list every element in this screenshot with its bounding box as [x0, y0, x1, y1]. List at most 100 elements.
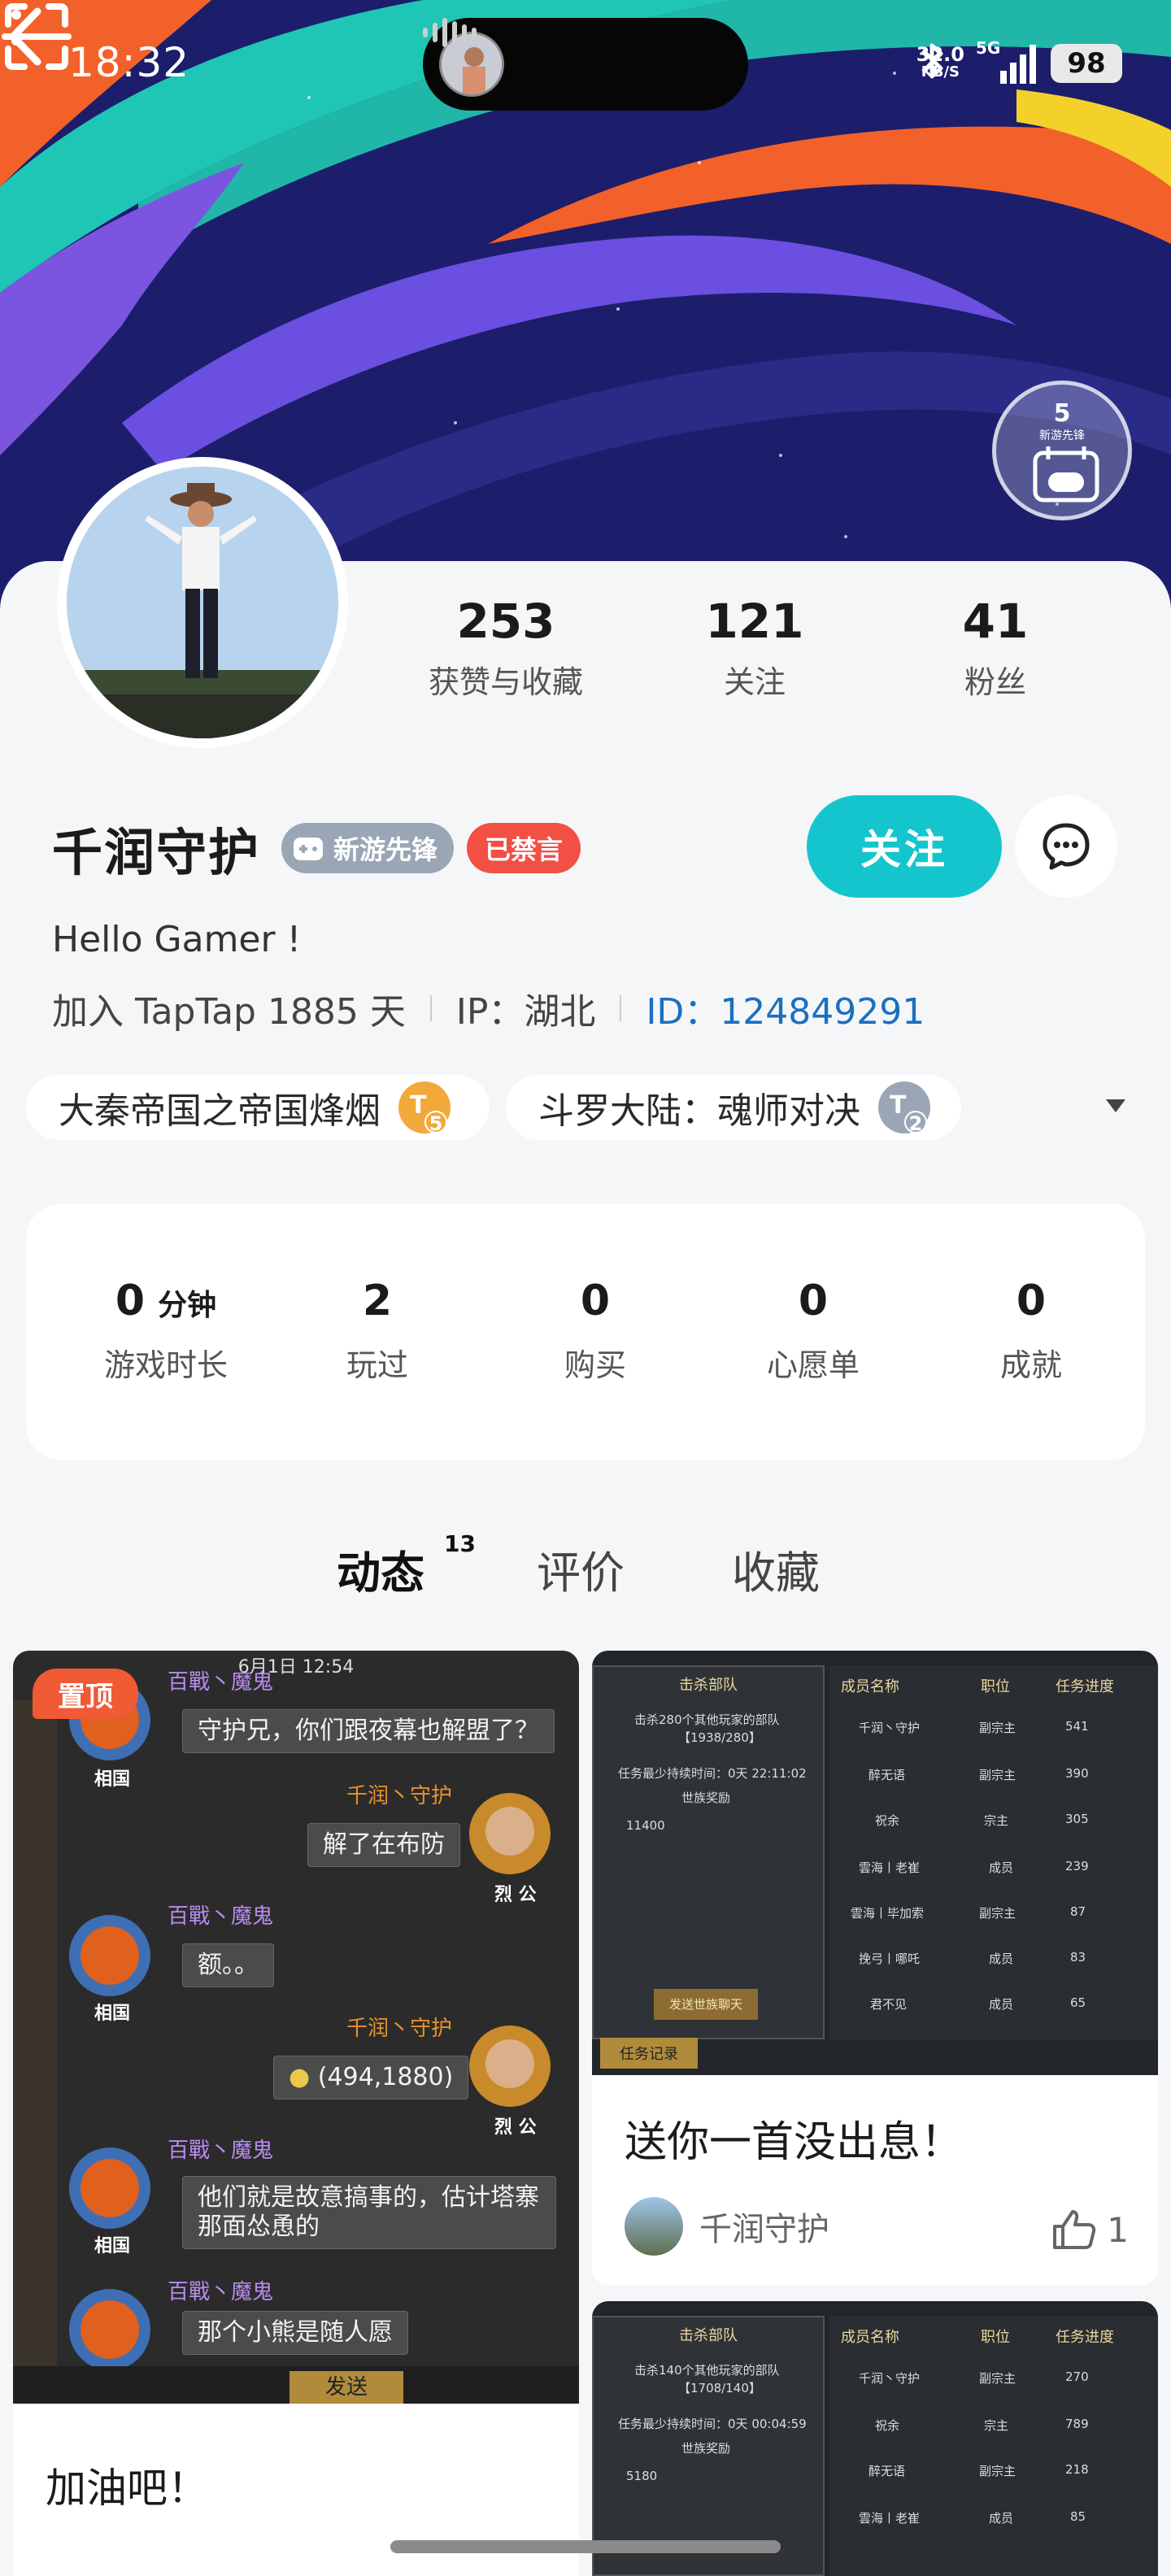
game-stats-card: 0 分钟 游戏时长 2 玩过 0 购买 0 心愿单 0 成就	[26, 1203, 1145, 1460]
table-cell: 醉无语	[868, 2464, 906, 2478]
task-panel-title: 击杀部队	[679, 1677, 738, 1694]
task-panel: 击杀部队 击杀280个其他玩家的部队 【1938/280】 任务最少持续时间：0…	[592, 1665, 825, 2039]
table-cell: 宗主	[984, 1813, 1009, 1828]
chat-message: 他们就是故意搞事的，估计塔寨那面怂恿的	[182, 2176, 556, 2249]
table-cell: 390	[1065, 1766, 1089, 1781]
table-cell: 239	[1065, 1859, 1089, 1873]
task-panel-title: 击杀部队	[679, 2327, 738, 2344]
playtime-value: 0	[115, 1277, 146, 1325]
like-count: 1	[1107, 2209, 1129, 2250]
table-cell: 270	[1065, 2369, 1089, 2384]
chat-side-tabs	[13, 1699, 57, 2399]
table-cell: 副宗主	[979, 2464, 1016, 2478]
game-name-1: 斗罗大陆：魂师对决	[538, 1090, 860, 1132]
table-header: 成员名称	[841, 1678, 899, 1695]
stat-likes[interactable]: 253 获赞与收藏	[400, 594, 612, 702]
like-button[interactable]: 1	[1051, 2208, 1129, 2251]
member-table: 成员名称 职位 任务进度 千润丶守护 副宗主 270 祝余 宗主 789 醉无语…	[829, 2316, 1158, 2576]
badge-label: 新游先锋	[1039, 429, 1085, 442]
stat-likes-value: 253	[456, 594, 555, 649]
feed-card-right-2[interactable]: 击杀部队 击杀140个其他玩家的部队 【1708/140】 任务最少持续时间：0…	[592, 2301, 1158, 2576]
stat-following-label: 关注	[723, 664, 786, 700]
battery-indicator: 98	[1051, 44, 1122, 83]
chat-sender: 百戰丶魔鬼	[168, 1904, 274, 1929]
tab-posts[interactable]: 动态 13	[337, 1530, 476, 1601]
task-duration: 任务最少持续时间：0天 00:04:59	[618, 2417, 807, 2431]
game-stat-purchased[interactable]: 0 购买	[498, 1277, 693, 1385]
task-progress: 【1708/140】	[678, 2381, 761, 2395]
chat-message: 守护兄，你们跟夜幕也解盟了？	[182, 1709, 555, 1753]
game-level-1: 2	[904, 1111, 927, 1135]
member-table: 成员名称 职位 任务进度 千润丶守护 副宗主 541 醉无语 副宗主 390 祝…	[829, 1665, 1158, 2039]
task-duration: 任务最少持续时间：0天 22:11:02	[618, 1766, 807, 1781]
game-stat-wishlist[interactable]: 0 心愿单	[716, 1277, 911, 1385]
home-indicator[interactable]	[390, 2540, 781, 2553]
post-title: 送你一首没出息！	[625, 2118, 964, 2167]
chat-sender: 千润丶守护	[346, 2017, 453, 2041]
phoenix-avatar	[69, 2289, 150, 2370]
table-cell: 87	[1070, 1904, 1086, 1919]
table-header: 任务进度	[1056, 1678, 1114, 1695]
content-tabs: 动态 13 评价 收藏	[0, 1530, 1171, 1618]
audio-wave-icon	[423, 18, 477, 47]
game-stat-played[interactable]: 2 玩过	[280, 1277, 475, 1385]
message-button[interactable]	[1015, 795, 1117, 898]
task-records-button: 任务记录	[600, 2038, 698, 2069]
stat-followers[interactable]: 41 粉丝	[890, 594, 1101, 702]
phoenix-avatar	[69, 2147, 150, 2229]
chat-send-button: 发送	[289, 2371, 403, 2404]
meta-divider	[620, 995, 622, 1021]
achievements-value: 0	[1016, 1277, 1047, 1325]
table-cell: 65	[1070, 1995, 1086, 2010]
task-line: 击杀140个其他玩家的部队	[634, 2363, 780, 2378]
chat-location: (494,1880)	[317, 2063, 454, 2091]
game-chip-0[interactable]: 大秦帝国之帝国烽烟 T 5	[26, 1075, 490, 1140]
profile-meta: 加入 TapTap 1885 天 IP：湖北 ID：124849291	[52, 982, 925, 1034]
chat-rank: 烈 公	[494, 2117, 537, 2138]
feed-card-right[interactable]: 击杀部队 击杀280个其他玩家的部队 【1938/280】 任务最少持续时间：0…	[592, 1651, 1158, 2285]
tab-posts-label: 动态	[337, 1547, 424, 1599]
achievement-badge[interactable]: 5 新游先锋	[992, 381, 1132, 520]
table-cell: 成员	[989, 1997, 1014, 2012]
achievements-label: 成就	[999, 1347, 1062, 1383]
new-game-pioneer-tag[interactable]: 新游先锋	[281, 823, 455, 873]
follow-button[interactable]: 关注	[807, 795, 1002, 898]
chat-sender: 百戰丶魔鬼	[168, 2280, 274, 2304]
profile-stats: 253 获赞与收藏 121 关注 41 粉丝	[0, 594, 1171, 716]
profile-screen: 18:32 32.0 KB/S 5G 98 5 新游先锋 253 获赞与收藏 1…	[0, 0, 1171, 2576]
calendar-gamepad-icon	[1033, 446, 1099, 503]
game-level-badge-1: T 2	[878, 1081, 930, 1135]
chat-rank: 相国	[94, 1769, 131, 1790]
game-chip-1[interactable]: 斗罗大陆：魂师对决 T 2	[506, 1075, 961, 1140]
stat-following-value: 121	[705, 594, 804, 649]
badge-level: 5	[1053, 399, 1071, 428]
table-cell: 83	[1070, 1950, 1086, 1965]
table-cell: 宗主	[984, 2418, 1009, 2433]
table-header: 职位	[981, 1678, 1010, 1695]
banned-tag: 已禁言	[467, 823, 581, 873]
wishlist-value: 0	[798, 1277, 829, 1325]
purchased-label: 购买	[564, 1347, 626, 1383]
bio: Hello Gamer !	[52, 919, 302, 960]
chat-rank: 相国	[94, 2004, 131, 2024]
user-id[interactable]: ID：124849291	[646, 982, 925, 1034]
post-title: 加油吧！	[46, 2465, 208, 2512]
author-avatar	[625, 2197, 683, 2256]
tab-posts-count: 13	[444, 1530, 476, 1557]
game-level-badge-0: T 5	[398, 1081, 451, 1135]
joined-days: 加入 TapTap 1885 天	[52, 991, 406, 1033]
table-cell: 成员	[989, 1952, 1014, 1966]
task-reward-label: 世族奖励	[681, 1791, 731, 1805]
post-author[interactable]: 千润守护	[625, 2197, 829, 2256]
stat-following[interactable]: 121 关注	[649, 594, 860, 702]
bluetooth-icon	[921, 43, 943, 79]
feed-card-left[interactable]: 6月1日 12:54 百戰丶魔鬼 相国 守护兄，你们跟夜幕也解盟了？ 千润丶守护…	[13, 1651, 579, 2576]
warrior-avatar	[469, 1793, 551, 1874]
game-stat-achievements[interactable]: 0 成就	[934, 1277, 1129, 1385]
tab-reviews[interactable]: 评价	[537, 1537, 625, 1601]
game-stat-playtime[interactable]: 0 分钟 游戏时长	[68, 1277, 263, 1385]
expand-games-icon[interactable]	[1106, 1099, 1125, 1112]
tab-favorites[interactable]: 收藏	[732, 1537, 820, 1601]
purchased-value: 0	[580, 1277, 611, 1325]
more-options-icon[interactable]	[0, 0, 33, 57]
